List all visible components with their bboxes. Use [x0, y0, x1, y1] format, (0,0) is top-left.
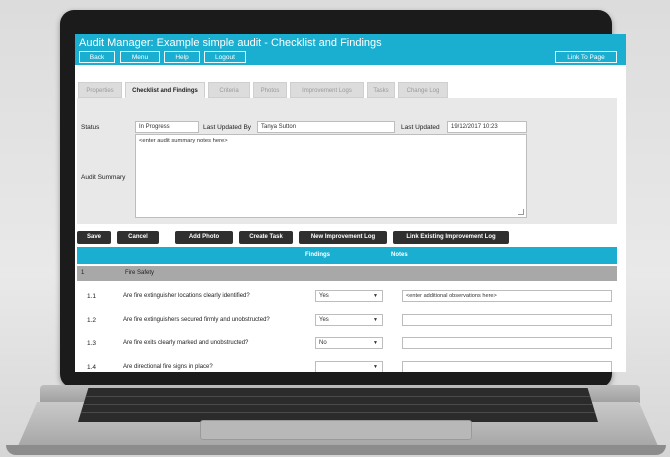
finding-select[interactable]: Yes ▼ — [315, 290, 383, 302]
row-number: 1.3 — [87, 340, 97, 347]
tab-change-log[interactable]: Change Log — [398, 82, 448, 98]
finding-value: Yes — [319, 293, 329, 299]
row-number: 1.2 — [87, 317, 97, 324]
resize-grip-icon[interactable] — [518, 209, 524, 215]
notes-column-header: Notes — [391, 252, 408, 258]
row-question: Are fire extinguisher locations clearly … — [123, 293, 250, 299]
finding-select[interactable]: Yes ▼ — [315, 314, 383, 326]
create-task-button[interactable]: Create Task — [239, 231, 293, 244]
findings-column-header: Findings — [305, 252, 330, 258]
checklist-table-header: Findings Notes — [77, 247, 617, 264]
dropdown-arrow-icon: ▼ — [373, 317, 378, 323]
dropdown-arrow-icon: ▼ — [373, 340, 378, 346]
status-field[interactable]: In Progress — [135, 121, 199, 133]
audit-summary-text: <enter audit summary notes here> — [139, 138, 228, 144]
tab-properties[interactable]: Properties — [78, 82, 122, 98]
keyboard-row — [78, 396, 598, 397]
row-question: Are directional fire signs in place? — [123, 364, 213, 370]
add-photo-button[interactable]: Add Photo — [175, 231, 233, 244]
tab-tasks[interactable]: Tasks — [367, 82, 395, 98]
back-button[interactable]: Back — [79, 51, 115, 63]
cancel-button[interactable]: Cancel — [117, 231, 159, 244]
title-bar: Audit Manager: Example simple audit - Ch… — [75, 34, 626, 65]
dropdown-arrow-icon: ▼ — [373, 293, 378, 299]
keyboard — [78, 388, 598, 422]
laptop-front-edge — [6, 445, 666, 455]
tab-criteria[interactable]: Criteria — [208, 82, 250, 98]
notes-field[interactable]: <enter additional observations here> — [402, 290, 612, 302]
page-title: Audit Manager: Example simple audit - Ch… — [79, 37, 382, 49]
keyboard-row — [78, 404, 598, 405]
link-existing-improvement-log-button[interactable]: Link Existing Improvement Log — [393, 231, 509, 244]
finding-select[interactable]: ▼ — [315, 361, 383, 372]
notes-field[interactable] — [402, 361, 612, 372]
new-improvement-log-button[interactable]: New Improvement Log — [299, 231, 387, 244]
save-button[interactable]: Save — [77, 231, 111, 244]
dropdown-arrow-icon: ▼ — [373, 364, 378, 370]
status-label: Status — [81, 124, 100, 131]
help-button[interactable]: Help — [164, 51, 200, 63]
row-question: Are fire extinguishers secured firmly an… — [123, 317, 270, 323]
notes-field[interactable] — [402, 337, 612, 349]
keyboard-row — [78, 412, 598, 413]
trackpad — [200, 420, 472, 440]
finding-select[interactable]: No ▼ — [315, 337, 383, 349]
last-updated-label: Last Updated — [401, 124, 440, 131]
finding-value: Yes — [319, 317, 329, 323]
laptop-screen: Audit Manager: Example simple audit - Ch… — [75, 34, 626, 372]
updated-by-label: Last Updated By — [203, 124, 252, 131]
section-number: 1 — [81, 270, 85, 276]
tab-checklist-and-findings[interactable]: Checklist and Findings — [125, 82, 205, 98]
tab-photos[interactable]: Photos — [253, 82, 287, 98]
notes-field[interactable] — [402, 314, 612, 326]
audit-summary-label: Audit Summary — [81, 174, 126, 181]
row-question: Are fire exits clearly marked and unobst… — [123, 340, 249, 346]
last-updated-field[interactable]: 19/12/2017 10:23 — [447, 121, 527, 133]
logout-button[interactable]: Logout — [204, 51, 246, 63]
link-to-page-button[interactable]: Link To Page — [555, 51, 617, 63]
row-number: 1.4 — [87, 364, 97, 371]
audit-summary-textarea[interactable]: <enter audit summary notes here> — [135, 134, 527, 218]
section-title: Fire Safety — [125, 270, 155, 276]
section-row: 1 Fire Safety — [77, 266, 617, 281]
updated-by-field[interactable]: Tanya Sutton — [257, 121, 395, 133]
tab-improvement-logs[interactable]: Improvement Logs — [290, 82, 364, 98]
row-number: 1.1 — [87, 293, 97, 300]
finding-value: No — [319, 340, 327, 346]
menu-button[interactable]: Menu — [120, 51, 160, 63]
